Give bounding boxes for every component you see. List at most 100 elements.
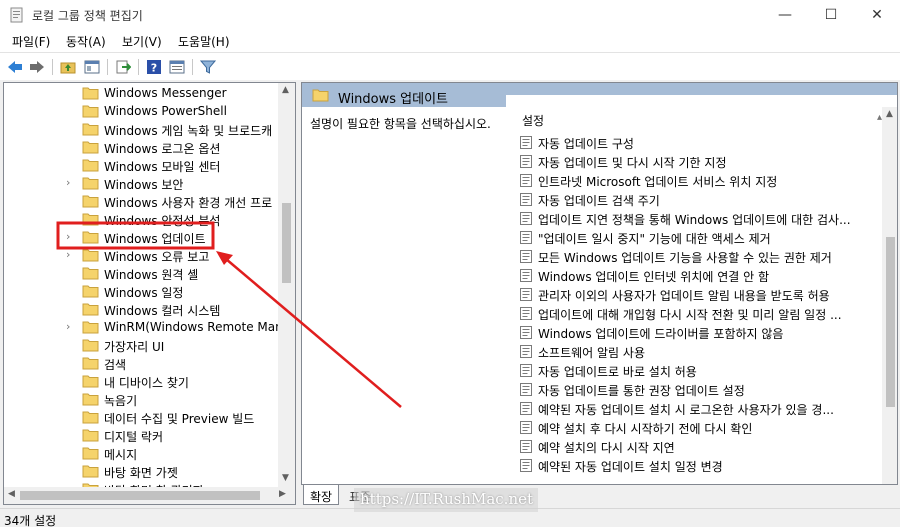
- policy-setting-icon: [520, 345, 532, 358]
- policy-setting-icon: [520, 155, 532, 168]
- policy-setting-row[interactable]: Windows 업데이트 인터넷 위치에 연결 안 함: [520, 266, 880, 285]
- tree-item[interactable]: Windows 게임 녹화 및 브로드캐: [4, 120, 284, 138]
- tree-item[interactable]: › Windows 오류 보고: [4, 246, 284, 264]
- policy-setting-row[interactable]: 자동 업데이트를 통한 권장 업데이트 설정: [520, 380, 880, 399]
- policy-setting-label: "업데이트 일시 중지" 기능에 대한 액세스 제거: [538, 232, 771, 246]
- folder-icon: [82, 105, 99, 118]
- tab-extended[interactable]: 확장: [303, 485, 340, 505]
- policy-setting-row[interactable]: Windows 업데이트에 드라이버를 포함하지 않음: [520, 323, 880, 342]
- policy-setting-row[interactable]: 예약된 자동 업데이트 설치 일정 변경: [520, 456, 880, 475]
- maximize-button[interactable]: ☐: [808, 0, 854, 30]
- description-text: 설명이 필요한 항목을 선택하십시오.: [310, 117, 491, 131]
- folder-icon: [82, 159, 99, 172]
- policy-setting-row[interactable]: 자동 업데이트로 바로 설치 허용: [520, 361, 880, 380]
- settings-vertical-scrollbar[interactable]: ▲: [882, 107, 897, 484]
- policy-setting-row[interactable]: 모든 Windows 업데이트 기능을 사용할 수 있는 권한 제거: [520, 247, 880, 266]
- tree-item[interactable]: Windows PowerShell: [4, 102, 284, 120]
- help-button[interactable]: ?: [145, 58, 163, 76]
- policy-setting-row[interactable]: 인트라넷 Microsoft 업데이트 서비스 위치 지정: [520, 171, 880, 190]
- tree-item-label: 데이터 수집 및 Preview 빌드: [104, 412, 255, 426]
- policy-setting-row[interactable]: "업데이트 일시 중지" 기능에 대한 액세스 제거: [520, 228, 880, 247]
- tree-item[interactable]: Windows 컬러 시스템: [4, 300, 284, 318]
- policy-setting-row[interactable]: 관리자 이외의 사용자가 업데이트 알림 내용을 받도록 허용: [520, 285, 880, 304]
- filter-button[interactable]: [199, 58, 217, 76]
- menu-file[interactable]: 파일(F): [12, 33, 50, 50]
- tree-item[interactable]: Windows 안정성 분석: [4, 210, 284, 228]
- export-list-button[interactable]: [114, 58, 132, 76]
- show-hide-tree-button[interactable]: [83, 58, 101, 76]
- menu-view[interactable]: 보기(V): [122, 33, 162, 50]
- tree-item-label: Windows Messenger: [104, 86, 227, 100]
- tree-item[interactable]: 메시지: [4, 444, 284, 462]
- up-folder-button[interactable]: [59, 58, 77, 76]
- scroll-up-arrow-icon[interactable]: ▲: [886, 109, 893, 119]
- tree-item[interactable]: 바탕 화면 가젯: [4, 462, 284, 480]
- properties-button[interactable]: [168, 58, 186, 76]
- minimize-icon: —: [778, 7, 792, 23]
- policy-setting-row[interactable]: 업데이트 지연 정책을 통해 Windows 업데이트에 대한 검사...: [520, 209, 880, 228]
- tree-horizontal-scrollbar[interactable]: ◀ ▶: [4, 487, 295, 504]
- tree-item[interactable]: 내 디바이스 찾기: [4, 372, 284, 390]
- scroll-right-arrow-icon[interactable]: ▶: [279, 489, 286, 499]
- policy-setting-row[interactable]: 자동 업데이트 검색 주기: [520, 190, 880, 209]
- tree-item[interactable]: 데이터 수집 및 Preview 빌드: [4, 408, 284, 426]
- policy-setting-row[interactable]: 예약된 자동 업데이트 설치 시 로그온한 사용자가 있을 경...: [520, 399, 880, 418]
- tree-scroll-thumb[interactable]: [282, 203, 291, 283]
- tree-item-label: Windows 모바일 센터: [104, 160, 221, 174]
- folder-icon: [82, 321, 99, 334]
- scroll-up-arrow-icon[interactable]: ▲: [282, 85, 289, 95]
- tree-item[interactable]: Windows 모바일 센터: [4, 156, 284, 174]
- tree-item[interactable]: › Windows 보안: [4, 174, 284, 192]
- tree-item[interactable]: 가장자리 UI: [4, 336, 284, 354]
- expand-chevron-icon[interactable]: ›: [66, 230, 76, 244]
- policy-setting-row[interactable]: 소프트웨어 알림 사용: [520, 342, 880, 361]
- tree-item-label: Windows 일정: [104, 286, 184, 300]
- tree-item[interactable]: 녹음기: [4, 390, 284, 408]
- tree-item[interactable]: › Windows 업데이트: [4, 228, 284, 246]
- policy-setting-row[interactable]: 예약 설치의 다시 시작 지연: [520, 437, 880, 456]
- close-button[interactable]: ✕: [854, 0, 900, 30]
- policy-setting-row[interactable]: 자동 업데이트 구성: [520, 133, 880, 152]
- settings-scroll-thumb[interactable]: [886, 237, 895, 407]
- scroll-left-arrow-icon[interactable]: ◀: [8, 489, 15, 499]
- tree-item[interactable]: Windows 사용자 환경 개선 프로: [4, 192, 284, 210]
- folder-icon: [82, 177, 99, 190]
- policy-tree-pane[interactable]: Windows Messenger Windows PowerShell Windo…: [3, 82, 296, 505]
- tree-item[interactable]: Windows 일정: [4, 282, 284, 300]
- tree-item-label: Windows 오류 보고: [104, 250, 210, 264]
- menu-help[interactable]: 도움말(H): [178, 33, 230, 50]
- tree-item[interactable]: 디지털 락커: [4, 426, 284, 444]
- folder-icon: [82, 267, 99, 280]
- minimize-button[interactable]: —: [762, 0, 808, 30]
- policy-setting-label: 관리자 이외의 사용자가 업데이트 알림 내용을 받도록 허용: [538, 289, 830, 303]
- tree-hscroll-thumb[interactable]: [20, 491, 260, 500]
- toolbar-separator: [107, 59, 108, 75]
- tree-item[interactable]: Windows Messenger: [4, 84, 284, 102]
- expand-chevron-icon[interactable]: ›: [66, 320, 76, 334]
- forward-button[interactable]: [28, 58, 46, 76]
- tree-item[interactable]: › WinRM(Windows Remote Manag: [4, 318, 295, 336]
- policy-setting-label: 자동 업데이트로 바로 설치 허용: [538, 365, 697, 379]
- tree-vertical-scrollbar[interactable]: ▲ ▼: [278, 83, 295, 487]
- policy-setting-row[interactable]: 자동 업데이트 및 다시 시작 기한 지정: [520, 152, 880, 171]
- expand-chevron-icon[interactable]: ›: [66, 248, 76, 262]
- help-icon: ?: [147, 60, 161, 75]
- policy-setting-label: 자동 업데이트 검색 주기: [538, 194, 660, 208]
- tree-item-label: Windows 업데이트: [104, 232, 206, 246]
- folder-icon: [82, 195, 99, 208]
- toolbar: ?: [0, 52, 900, 80]
- back-button[interactable]: [6, 58, 24, 76]
- expand-chevron-icon[interactable]: ›: [66, 176, 76, 190]
- policy-setting-row[interactable]: 업데이트에 대해 개입형 다시 시작 전환 및 미리 알림 일정 ...: [520, 304, 880, 323]
- tree-item-label: Windows PowerShell: [104, 104, 227, 118]
- back-arrow-icon: [8, 61, 22, 73]
- folder-icon: [82, 411, 99, 424]
- folder-icon: [82, 303, 99, 316]
- tree-item[interactable]: Windows 원격 셸: [4, 264, 284, 282]
- tree-item[interactable]: 검색: [4, 354, 284, 372]
- tree-item[interactable]: Windows 로그온 옵션: [4, 138, 284, 156]
- column-header-setting[interactable]: 설정: [522, 112, 544, 129]
- menu-action[interactable]: 동작(A): [66, 33, 106, 50]
- scroll-down-arrow-icon[interactable]: ▼: [282, 473, 289, 483]
- policy-setting-row[interactable]: 예약 설치 후 다시 시작하기 전에 다시 확인: [520, 418, 880, 437]
